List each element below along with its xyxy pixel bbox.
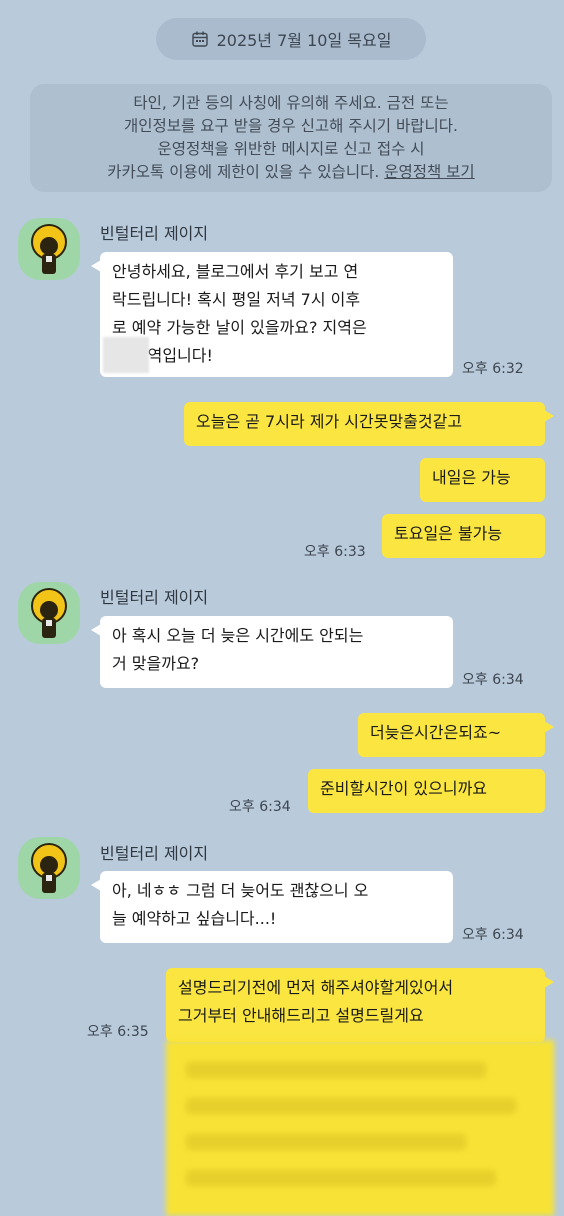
redacted-region: [103, 337, 149, 373]
incoming-message[interactable]: 아, 네ㅎㅎ 그럼 더 늦어도 괜찮으니 오 늘 예약하고 싶습니다...!: [91, 871, 453, 943]
outgoing-message[interactable]: 토요일은 불가능: [382, 514, 545, 558]
outgoing-message[interactable]: 더늦은시간은되죠~: [358, 713, 554, 757]
message-time: 오후 6:34: [229, 799, 291, 815]
message-time: 오후 6:34: [462, 672, 524, 688]
policy-link[interactable]: 운영정책 보기: [384, 163, 475, 181]
safety-notice: 타인, 기관 등의 사칭에 유의해 주세요. 금전 또는 개인정보를 요구 받을…: [30, 84, 552, 192]
calendar-icon: [191, 31, 208, 47]
outgoing-message[interactable]: 오늘은 곧 7시라 제가 시간못맞출것같고: [184, 402, 554, 446]
notice-line: 카카오톡 이용에 제한이 있을 수 있습니다. 운영정책 보기: [40, 161, 542, 184]
outgoing-message[interactable]: 내일은 가능: [420, 458, 545, 502]
avatar-character-icon: [31, 588, 67, 638]
outgoing-message[interactable]: 준비할시간이 있으니까요: [308, 769, 545, 813]
sender-name: 빈털터리 제이지: [100, 844, 209, 863]
sender-name: 빈털터리 제이지: [100, 588, 209, 607]
outgoing-message[interactable]: 설명드리기전에 먼저 해주셔야할게있어서 그거부터 안내해드리고 설명드릴게요: [166, 968, 554, 1042]
message-time: 오후 6:35: [87, 1024, 149, 1040]
notice-line: 운영정책을 위반한 메시지로 신고 접수 시: [157, 140, 425, 158]
date-text: 2025년 7월 10일 목요일: [216, 31, 392, 50]
message-time: 오후 6:32: [462, 361, 524, 377]
avatar-character-icon: [31, 843, 67, 893]
incoming-message[interactable]: 아 혹시 오늘 더 늦은 시간에도 안되는 거 맞을까요?: [91, 616, 453, 688]
sender-name: 빈털터리 제이지: [100, 224, 209, 243]
avatar[interactable]: [18, 837, 80, 899]
avatar[interactable]: [18, 582, 80, 644]
date-divider: 2025년 7월 10일 목요일: [156, 18, 426, 60]
redacted-message: [166, 1040, 554, 1216]
message-time: 오후 6:34: [462, 927, 524, 943]
avatar-character-icon: [31, 224, 67, 274]
avatar[interactable]: [18, 218, 80, 280]
notice-line: 타인, 기관 등의 사칭에 유의해 주세요. 금전 또는: [133, 94, 449, 112]
notice-text: 카카오톡 이용에 제한이 있을 수 있습니다.: [107, 163, 385, 181]
message-time: 오후 6:33: [304, 544, 366, 560]
incoming-message[interactable]: 안녕하세요, 블로그에서 후기 보고 연 락드립니다! 혹시 평일 저녁 7시 …: [91, 252, 453, 377]
notice-line: 개인정보를 요구 받을 경우 신고해 주시기 바랍니다.: [124, 117, 458, 135]
